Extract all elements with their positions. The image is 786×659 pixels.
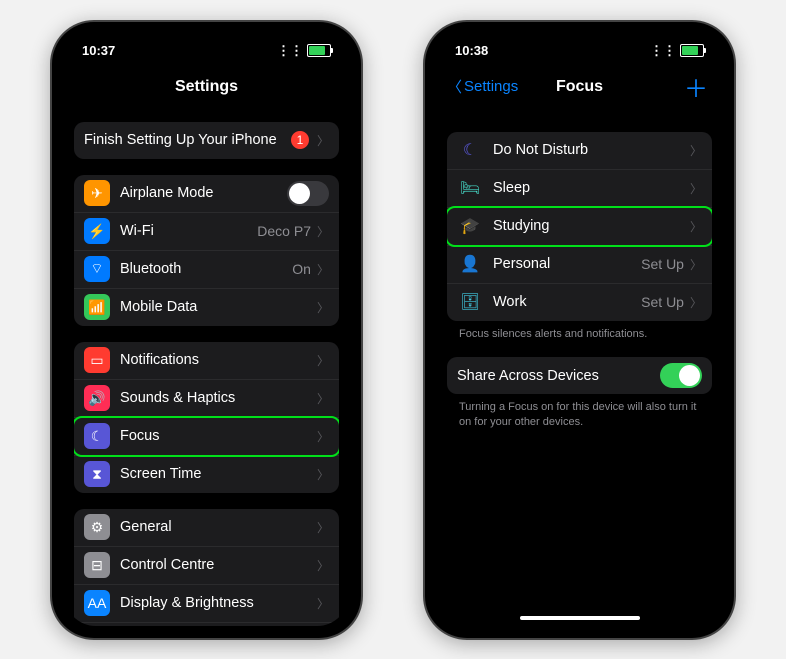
toggle[interactable] <box>287 181 329 206</box>
airplane-icon: ✈ <box>84 180 110 206</box>
row-display-brightness[interactable]: AADisplay & Brightness〉 <box>74 585 339 623</box>
row-sleep[interactable]: 🛏Sleep〉 <box>447 170 712 208</box>
row-finish-setup[interactable]: Finish Setting Up Your iPhone 1 〉 <box>74 122 339 159</box>
wifi-icon: ⚡ <box>84 218 110 244</box>
focus-list[interactable]: ☾Do Not Disturb〉🛏Sleep〉🎓Studying〉👤Person… <box>437 106 722 626</box>
badge-count: 1 <box>291 131 309 149</box>
footer-text: Turning a Focus on for this device will … <box>447 394 712 430</box>
row-focus[interactable]: ☾Focus〉 <box>74 418 339 456</box>
row-wi-fi[interactable]: ⚡Wi-FiDeco P7〉 <box>74 213 339 251</box>
chevron-right-icon: 〉 <box>317 352 329 369</box>
share-toggle[interactable] <box>660 363 702 388</box>
chevron-right-icon: 〉 <box>317 466 329 483</box>
phone-right: 10:38 📶 ⋮⋮ 〈 Settings Focus ＋ ☾Do Not Di… <box>423 20 736 640</box>
chevron-right-icon: 〉 <box>317 519 329 536</box>
chevron-right-icon: 〉 <box>690 142 702 159</box>
notch <box>132 34 282 60</box>
bed-icon: 🛏 <box>457 178 483 198</box>
chevron-right-icon: 〉 <box>690 294 702 311</box>
display-icon: AA <box>84 590 110 616</box>
chevron-right-icon: 〉 <box>317 132 329 149</box>
chevron-right-icon: 〉 <box>317 299 329 316</box>
notch <box>505 34 655 60</box>
bluetooth-icon: ⌔ <box>84 256 110 282</box>
chevron-right-icon: 〉 <box>690 256 702 273</box>
clock: 10:37 <box>82 43 115 58</box>
studying-icon: 🎓 <box>457 216 483 236</box>
chevron-right-icon: 〉 <box>317 557 329 574</box>
sounds-icon: 🔊 <box>84 385 110 411</box>
row-airplane-mode[interactable]: ✈Airplane Mode <box>74 175 339 213</box>
focus-icon: ☾ <box>84 423 110 449</box>
row-personal[interactable]: 👤PersonalSet Up〉 <box>447 246 712 284</box>
screen-left: 10:37 📶 ⋮⋮ Settings Finish Setting Up Yo… <box>64 34 349 626</box>
chevron-right-icon: 〉 <box>690 180 702 197</box>
footer-text: Focus silences alerts and notifications. <box>447 321 712 342</box>
row-mobile-data[interactable]: 📶Mobile Data〉 <box>74 289 339 326</box>
row-home-screen[interactable]: ▦Home Screen〉 <box>74 623 339 626</box>
chevron-left-icon: 〈 <box>447 76 462 97</box>
phone-left: 10:37 📶 ⋮⋮ Settings Finish Setting Up Yo… <box>50 20 363 640</box>
notifications-icon: ▭ <box>84 347 110 373</box>
row-studying[interactable]: 🎓Studying〉 <box>447 208 712 246</box>
personal-icon: 👤 <box>457 254 483 274</box>
moon-icon: ☾ <box>457 140 483 160</box>
home-indicator[interactable] <box>520 616 640 620</box>
battery-icon <box>307 44 331 57</box>
row-share-devices[interactable]: Share Across Devices <box>447 357 712 394</box>
row-sounds-haptics[interactable]: 🔊Sounds & Haptics〉 <box>74 380 339 418</box>
chevron-right-icon: 〉 <box>317 261 329 278</box>
row-control-centre[interactable]: ⊟Control Centre〉 <box>74 547 339 585</box>
navbar: Settings <box>64 68 349 106</box>
controlcentre-icon: ⊟ <box>84 552 110 578</box>
row-work[interactable]: 🗄WorkSet Up〉 <box>447 284 712 321</box>
settings-list[interactable]: Finish Setting Up Your iPhone 1 〉 ✈Airpl… <box>64 106 349 626</box>
chevron-right-icon: 〉 <box>690 218 702 235</box>
chevron-right-icon: 〉 <box>317 390 329 407</box>
battery-icon <box>680 44 704 57</box>
row-notifications[interactable]: ▭Notifications〉 <box>74 342 339 380</box>
row-general[interactable]: ⚙General〉 <box>74 509 339 547</box>
mobiledata-icon: 📶 <box>84 294 110 320</box>
back-button[interactable]: 〈 Settings <box>447 76 518 97</box>
chevron-right-icon: 〉 <box>317 595 329 612</box>
page-title: Settings <box>175 78 238 96</box>
screentime-icon: ⧗ <box>84 461 110 487</box>
general-icon: ⚙ <box>84 514 110 540</box>
chevron-right-icon: 〉 <box>317 223 329 240</box>
row-bluetooth[interactable]: ⌔BluetoothOn〉 <box>74 251 339 289</box>
work-icon: 🗄 <box>457 292 483 312</box>
row-screen-time[interactable]: ⧗Screen Time〉 <box>74 456 339 493</box>
clock: 10:38 <box>455 43 488 58</box>
screen-right: 10:38 📶 ⋮⋮ 〈 Settings Focus ＋ ☾Do Not Di… <box>437 34 722 626</box>
page-title: Focus <box>556 78 603 96</box>
chevron-right-icon: 〉 <box>317 428 329 445</box>
navbar: 〈 Settings Focus ＋ <box>437 68 722 106</box>
row-do-not-disturb[interactable]: ☾Do Not Disturb〉 <box>447 132 712 170</box>
add-button[interactable]: ＋ <box>684 69 708 104</box>
